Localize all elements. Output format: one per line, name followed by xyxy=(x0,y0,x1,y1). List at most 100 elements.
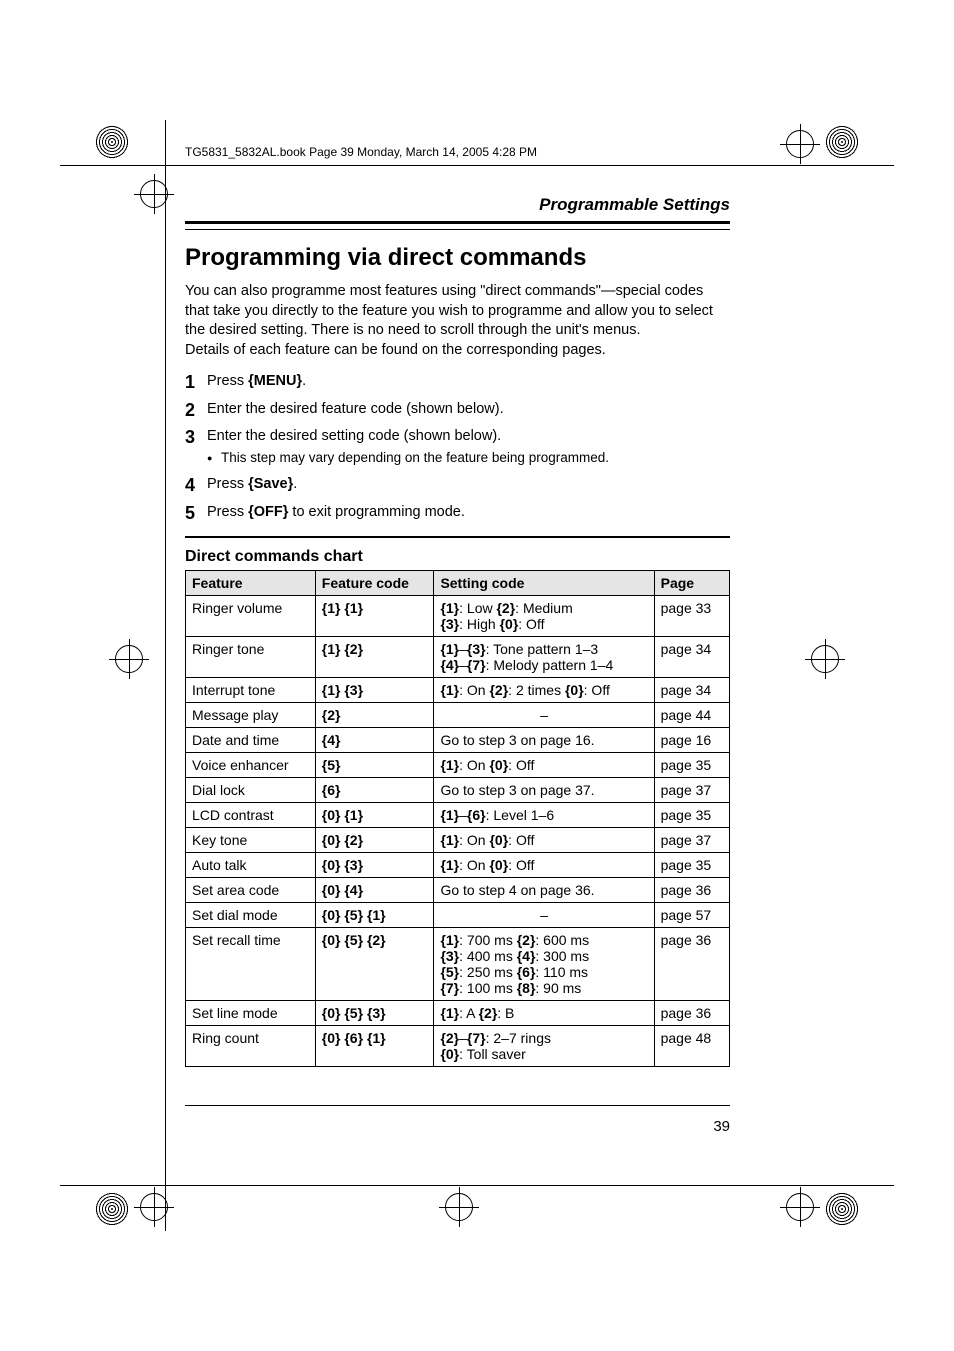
page-title: Programming via direct commands xyxy=(185,244,730,272)
table-header: Feature xyxy=(186,571,316,596)
section-header: Programmable Settings xyxy=(185,195,730,215)
running-head: TG5831_5832AL.book Page 39 Monday, March… xyxy=(185,145,537,159)
feature-cell: Ringer volume xyxy=(186,596,316,637)
setting-code-cell: {1}–{3}: Tone pattern 1–3{4}–{7}: Melody… xyxy=(434,637,654,678)
table-row: Interrupt tone{1} {3}{1}: On {2}: 2 time… xyxy=(186,678,730,703)
page-cell: page 37 xyxy=(654,828,729,853)
step-item: 4Press Save. xyxy=(185,475,730,495)
feature-code-cell: {0} {4} xyxy=(315,878,434,903)
page-cell: page 37 xyxy=(654,778,729,803)
feature-code-cell: {1} {3} xyxy=(315,678,434,703)
setting-code-cell: {1}: On {2}: 2 times {0}: Off xyxy=(434,678,654,703)
feature-code-cell: {0} {1} xyxy=(315,803,434,828)
page-number: 39 xyxy=(185,1118,730,1135)
feature-cell: Message play xyxy=(186,703,316,728)
page-cell: page 36 xyxy=(654,1001,729,1026)
table-row: Set dial mode{0} {5} {1}–page 57 xyxy=(186,903,730,928)
table-row: Message play{2}–page 44 xyxy=(186,703,730,728)
printers-mark xyxy=(825,1192,859,1226)
page-cell: page 33 xyxy=(654,596,729,637)
feature-code-cell: {4} xyxy=(315,728,434,753)
feature-cell: LCD contrast xyxy=(186,803,316,828)
table-row: Set recall time{0} {5} {2}{1}: 700 ms {2… xyxy=(186,928,730,1001)
registration-mark xyxy=(786,130,814,158)
feature-code-cell: {0} {3} xyxy=(315,853,434,878)
table-header: Feature code xyxy=(315,571,434,596)
table-row: Auto talk{0} {3}{1}: On {0}: Offpage 35 xyxy=(186,853,730,878)
crop-line xyxy=(60,1185,894,1186)
feature-code-cell: {0} {5} {1} xyxy=(315,903,434,928)
printers-mark xyxy=(825,125,859,159)
feature-code-cell: {1} {1} xyxy=(315,596,434,637)
feature-code-cell: {6} xyxy=(315,778,434,803)
registration-mark xyxy=(140,1193,168,1221)
setting-code-cell: {1}: On {0}: Off xyxy=(434,853,654,878)
setting-code-cell: Go to step 4 on page 36. xyxy=(434,878,654,903)
page-cell: page 36 xyxy=(654,878,729,903)
page-cell: page 34 xyxy=(654,637,729,678)
feature-cell: Interrupt tone xyxy=(186,678,316,703)
steps-list: 1Press MENU. 2Enter the desired feature c… xyxy=(185,372,730,522)
page-cell: page 16 xyxy=(654,728,729,753)
feature-code-cell: {0} {2} xyxy=(315,828,434,853)
feature-cell: Set recall time xyxy=(186,928,316,1001)
page-cell: page 36 xyxy=(654,928,729,1001)
page-cell: page 34 xyxy=(654,678,729,703)
feature-cell: Set dial mode xyxy=(186,903,316,928)
table-row: Dial lock{6}Go to step 3 on page 37.page… xyxy=(186,778,730,803)
registration-mark xyxy=(140,180,168,208)
printers-mark xyxy=(95,1192,129,1226)
table-row: Ringer volume{1} {1}{1}: Low {2}: Medium… xyxy=(186,596,730,637)
setting-code-cell: {1}: A {2}: B xyxy=(434,1001,654,1026)
step-item: 3Enter the desired setting code (shown b… xyxy=(185,427,730,467)
setting-code-cell: {2}–{7}: 2–7 rings{0}: Toll saver xyxy=(434,1026,654,1067)
table-row: Voice enhancer{5}{1}: On {0}: Offpage 35 xyxy=(186,753,730,778)
rule xyxy=(185,536,730,538)
footer-rule xyxy=(185,1105,730,1106)
registration-mark xyxy=(811,645,839,673)
feature-cell: Set line mode xyxy=(186,1001,316,1026)
setting-code-cell: {1}: Low {2}: Medium{3}: High {0}: Off xyxy=(434,596,654,637)
table-row: Date and time{4}Go to step 3 on page 16.… xyxy=(186,728,730,753)
feature-cell: Set area code xyxy=(186,878,316,903)
setting-code-cell: Go to step 3 on page 16. xyxy=(434,728,654,753)
step-item: 5Press OFF to exit programming mode. xyxy=(185,503,730,523)
step-item: 1Press MENU. xyxy=(185,372,730,392)
table-row: Ring count{0} {6} {1}{2}–{7}: 2–7 rings{… xyxy=(186,1026,730,1067)
feature-cell: Dial lock xyxy=(186,778,316,803)
feature-cell: Ring count xyxy=(186,1026,316,1067)
feature-code-cell: {5} xyxy=(315,753,434,778)
feature-code-cell: {0} {5} {2} xyxy=(315,928,434,1001)
setting-code-cell: {1}: 700 ms {2}: 600 ms{3}: 400 ms {4}: … xyxy=(434,928,654,1001)
page-cell: page 35 xyxy=(654,853,729,878)
registration-mark xyxy=(115,645,143,673)
registration-mark xyxy=(445,1193,473,1221)
feature-code-cell: {2} xyxy=(315,703,434,728)
page-cell: page 35 xyxy=(654,803,729,828)
setting-code-cell: – xyxy=(434,903,654,928)
table-row: LCD contrast{0} {1}{1}–{6}: Level 1–6pag… xyxy=(186,803,730,828)
feature-cell: Ringer tone xyxy=(186,637,316,678)
table-row: Key tone{0} {2}{1}: On {0}: Offpage 37 xyxy=(186,828,730,853)
crop-line xyxy=(165,120,166,1231)
feature-cell: Key tone xyxy=(186,828,316,853)
table-row: Set area code{0} {4}Go to step 4 on page… xyxy=(186,878,730,903)
page-cell: page 35 xyxy=(654,753,729,778)
double-rule xyxy=(185,221,730,230)
chart-heading: Direct commands chart xyxy=(185,548,730,566)
setting-code-cell: {1}: On {0}: Off xyxy=(434,828,654,853)
setting-code-cell: {1}–{6}: Level 1–6 xyxy=(434,803,654,828)
setting-code-cell: – xyxy=(434,703,654,728)
feature-code-cell: {1} {2} xyxy=(315,637,434,678)
feature-cell: Date and time xyxy=(186,728,316,753)
step-item: 2Enter the desired feature code (shown b… xyxy=(185,400,730,420)
table-header: Setting code xyxy=(434,571,654,596)
intro-paragraph: You can also programme most features usi… xyxy=(185,282,730,360)
step-sub: This step may vary depending on the feat… xyxy=(207,449,730,467)
direct-commands-table: FeatureFeature codeSetting codePage Ring… xyxy=(185,570,730,1067)
page-cell: page 57 xyxy=(654,903,729,928)
table-row: Ringer tone{1} {2}{1}–{3}: Tone pattern … xyxy=(186,637,730,678)
page-cell: page 48 xyxy=(654,1026,729,1067)
setting-code-cell: {1}: On {0}: Off xyxy=(434,753,654,778)
printers-mark xyxy=(95,125,129,159)
